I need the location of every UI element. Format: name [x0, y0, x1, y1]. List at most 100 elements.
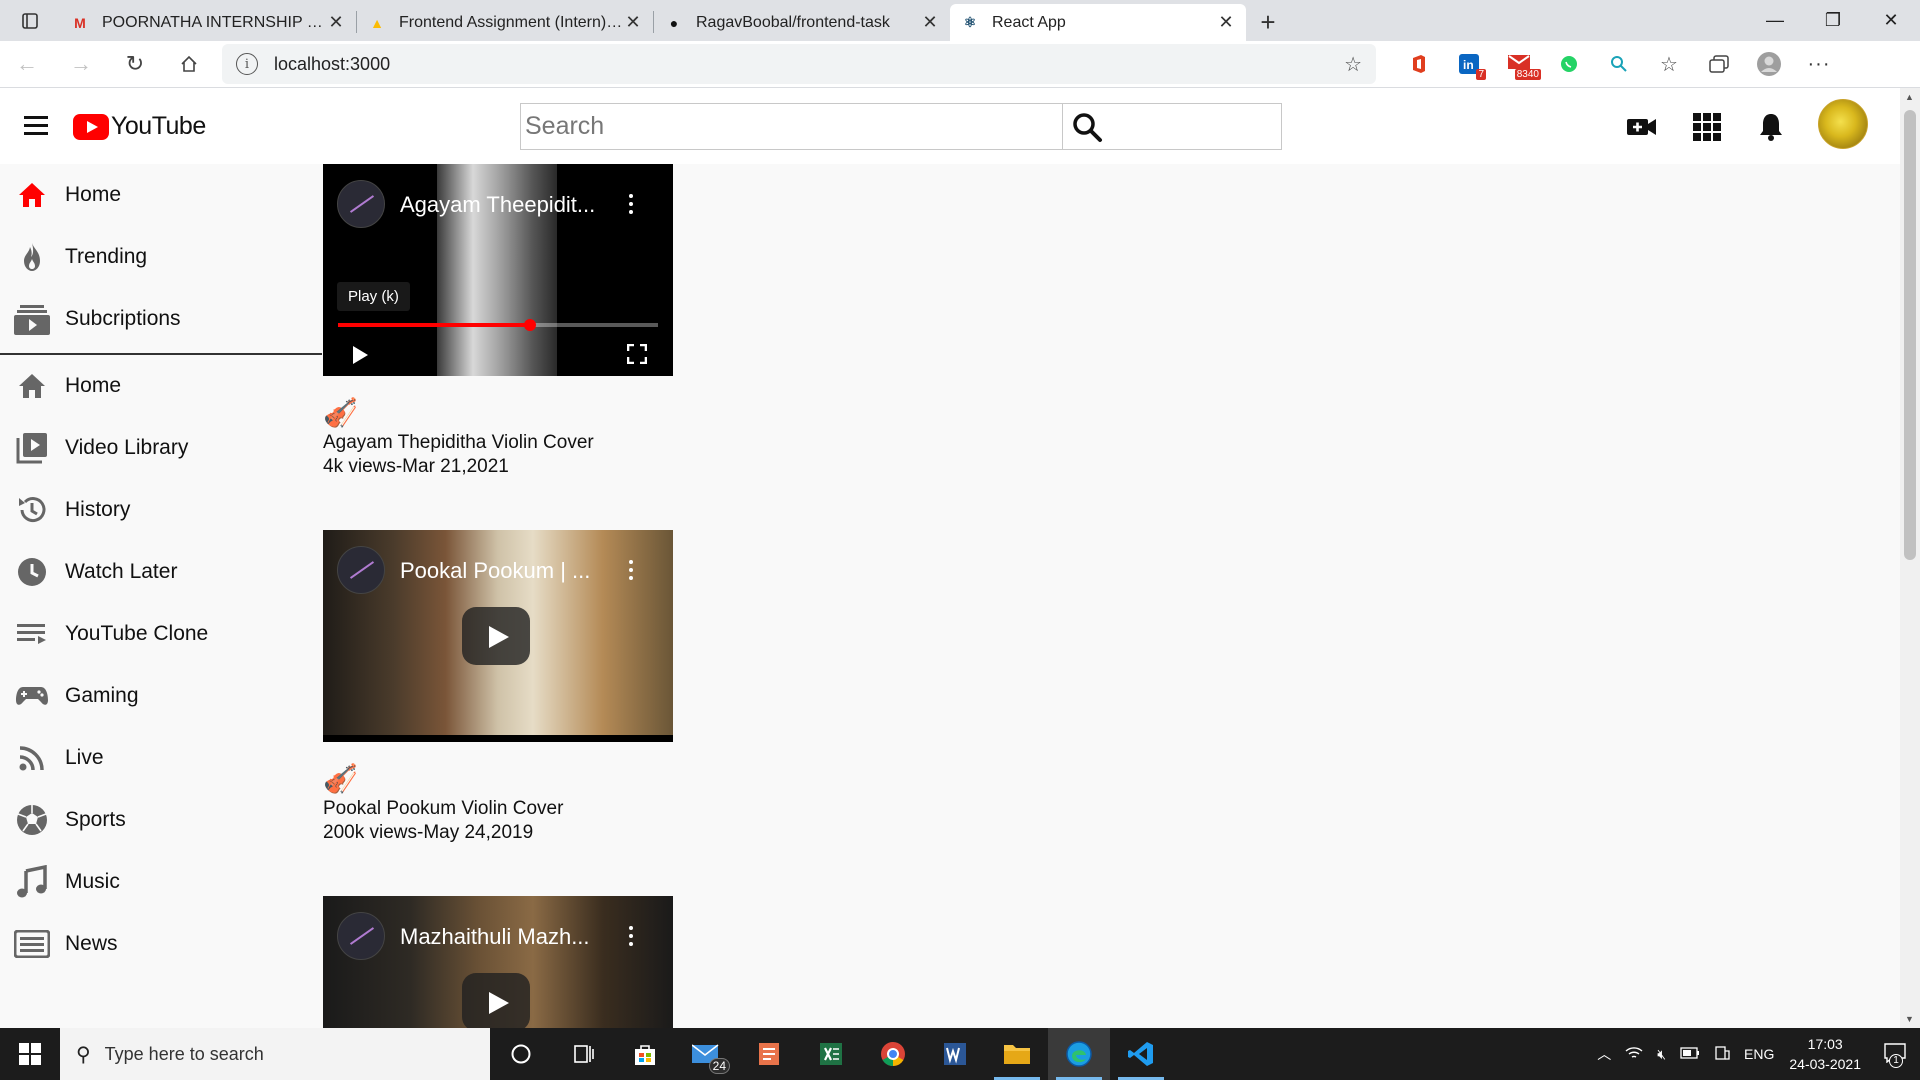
play-button-icon[interactable] — [462, 973, 530, 1028]
sidebar-item-news[interactable]: News — [0, 913, 322, 975]
new-tab-button[interactable]: + — [1246, 4, 1290, 41]
edge-icon — [1066, 1041, 1092, 1067]
sidebar-item-gaming[interactable]: Gaming — [0, 665, 322, 727]
youtube-logo[interactable]: YouTube — [73, 112, 206, 141]
embedded-video-title[interactable]: Agayam Theepidit... — [400, 192, 610, 218]
user-avatar[interactable] — [1818, 99, 1868, 149]
menu-hamburger-icon[interactable] — [24, 116, 48, 136]
embedded-video-title[interactable]: Mazhaithuli Mazh... — [400, 924, 610, 950]
browser-tab-github[interactable]: ● RagavBoobal/frontend-task ✕ — [654, 4, 950, 41]
taskbar-powerpoint[interactable] — [738, 1028, 800, 1080]
tab-actions-button[interactable] — [0, 0, 60, 41]
address-url: localhost:3000 — [274, 53, 391, 74]
battery-icon[interactable] — [1680, 1046, 1700, 1062]
minimize-icon[interactable]: — — [1746, 0, 1804, 40]
video-progress-bar[interactable] — [338, 319, 658, 331]
close-tab-icon[interactable]: ✕ — [326, 12, 346, 33]
office-extension[interactable] — [1394, 44, 1444, 84]
scrollbar-thumb[interactable] — [1904, 110, 1916, 560]
apps-button[interactable] — [1690, 110, 1724, 144]
search-input[interactable] — [521, 104, 1063, 149]
show-hidden-icons-icon[interactable]: ︿ — [1597, 1044, 1611, 1064]
fullscreen-icon[interactable] — [627, 344, 647, 364]
sidebar-item-subscriptions[interactable]: Subcriptions — [0, 288, 322, 350]
linkedin-extension[interactable]: in 7 — [1444, 44, 1494, 84]
wifi-icon[interactable] — [1625, 1046, 1643, 1063]
page-scrollbar[interactable]: ▲ ▼ — [1900, 88, 1920, 1028]
scroll-up-icon[interactable]: ▲ — [1905, 92, 1914, 102]
sidebar-item-history[interactable]: History — [0, 479, 322, 541]
add-favorite-icon[interactable]: ☆ — [1344, 52, 1362, 77]
taskbar-chrome[interactable] — [862, 1028, 924, 1080]
scroll-down-icon[interactable]: ▼ — [1905, 1014, 1914, 1024]
maximize-icon[interactable]: ❐ — [1804, 0, 1862, 40]
close-tab-icon[interactable]: ✕ — [1216, 12, 1236, 33]
language-indicator[interactable]: ENG — [1744, 1046, 1774, 1062]
progress-scrubber[interactable] — [524, 319, 536, 331]
store-bag-icon — [635, 1045, 655, 1065]
sidebar-item-watch-later[interactable]: Watch Later — [0, 541, 322, 603]
sidebar-item-youtube-clone[interactable]: YouTube Clone — [0, 603, 322, 665]
document-app-icon — [759, 1043, 779, 1065]
forward-button[interactable]: → — [54, 44, 108, 84]
mail-extension[interactable]: 8340 — [1494, 44, 1544, 84]
clock[interactable]: 17:03 24-03-2021 — [1789, 1034, 1861, 1074]
sidebar-item-music[interactable]: Music — [0, 851, 322, 913]
channel-avatar[interactable] — [337, 546, 385, 594]
video-title[interactable]: Pookal Pookum Violin Cover — [323, 798, 673, 820]
more-options-icon[interactable] — [629, 560, 633, 584]
profile-button[interactable] — [1744, 44, 1794, 84]
taskbar-file-explorer[interactable] — [986, 1028, 1048, 1080]
cortana-button[interactable] — [490, 1028, 552, 1080]
close-tab-icon[interactable]: ✕ — [623, 12, 643, 33]
volume-muted-icon[interactable]: 🔇︎ — [1657, 1046, 1666, 1063]
taskbar-edge[interactable] — [1048, 1028, 1110, 1080]
sidebar-item-label: Trending — [65, 245, 148, 268]
notifications-button[interactable] — [1754, 110, 1788, 144]
favorites-button[interactable]: ☆ — [1644, 44, 1694, 84]
address-bar[interactable]: i localhost:3000 ☆ — [222, 44, 1376, 84]
play-icon[interactable] — [353, 346, 368, 364]
site-info-icon[interactable]: i — [236, 53, 258, 75]
refresh-button[interactable]: ↻ — [108, 44, 162, 84]
taskbar-store[interactable] — [614, 1028, 676, 1080]
search-extension[interactable] — [1594, 44, 1644, 84]
video-player[interactable]: Agayam Theepidit... Play (k) — [323, 164, 673, 376]
home-button[interactable] — [162, 44, 216, 84]
more-options-icon[interactable] — [629, 926, 633, 950]
settings-menu-button[interactable]: ··· — [1794, 44, 1844, 84]
whatsapp-extension[interactable] — [1544, 44, 1594, 84]
create-video-button[interactable] — [1625, 110, 1659, 144]
browser-tab-gmail[interactable]: M POORNATHA INTERNSHIP DRIVE ✕ — [60, 4, 356, 41]
sidebar-item-live[interactable]: Live — [0, 727, 322, 789]
notification-center-icon[interactable]: 1 — [1884, 1042, 1906, 1068]
video-player[interactable]: Mazhaithuli Mazh... — [323, 896, 673, 1028]
sidebar-item-sports[interactable]: Sports — [0, 789, 322, 851]
taskbar-mail[interactable]: 24 — [676, 1028, 738, 1080]
device-icon[interactable] — [1714, 1045, 1730, 1064]
video-player[interactable]: Pookal Pookum | ... — [323, 530, 673, 742]
taskbar-search-box[interactable]: ⚲ Type here to search — [60, 1028, 490, 1080]
browser-tab-react-app[interactable]: ⚛ React App ✕ — [950, 4, 1246, 41]
close-window-icon[interactable]: ✕ — [1862, 0, 1920, 40]
sidebar-item-home[interactable]: Home — [0, 164, 322, 226]
sidebar-item-video-library[interactable]: Video Library — [0, 417, 322, 479]
taskbar-vscode[interactable] — [1110, 1028, 1172, 1080]
search-button[interactable] — [1063, 104, 1281, 149]
play-button-icon[interactable] — [462, 607, 530, 665]
sidebar-item-home-secondary[interactable]: Home — [0, 355, 322, 417]
sidebar-item-trending[interactable]: Trending — [0, 226, 322, 288]
channel-avatar[interactable] — [337, 912, 385, 960]
collections-button[interactable] — [1694, 44, 1744, 84]
taskbar-excel[interactable] — [800, 1028, 862, 1080]
back-button[interactable]: ← — [0, 44, 54, 84]
start-button[interactable] — [0, 1028, 60, 1080]
more-options-icon[interactable] — [629, 194, 633, 218]
task-view-button[interactable] — [552, 1028, 614, 1080]
close-tab-icon[interactable]: ✕ — [920, 12, 940, 33]
embedded-video-title[interactable]: Pookal Pookum | ... — [400, 558, 610, 584]
channel-avatar[interactable] — [337, 180, 385, 228]
taskbar-word[interactable] — [924, 1028, 986, 1080]
browser-tab-frontend-assignment[interactable]: ▲ Frontend Assignment (Intern) | P ✕ — [357, 4, 653, 41]
video-title[interactable]: Agayam Thepiditha Violin Cover — [323, 432, 673, 454]
